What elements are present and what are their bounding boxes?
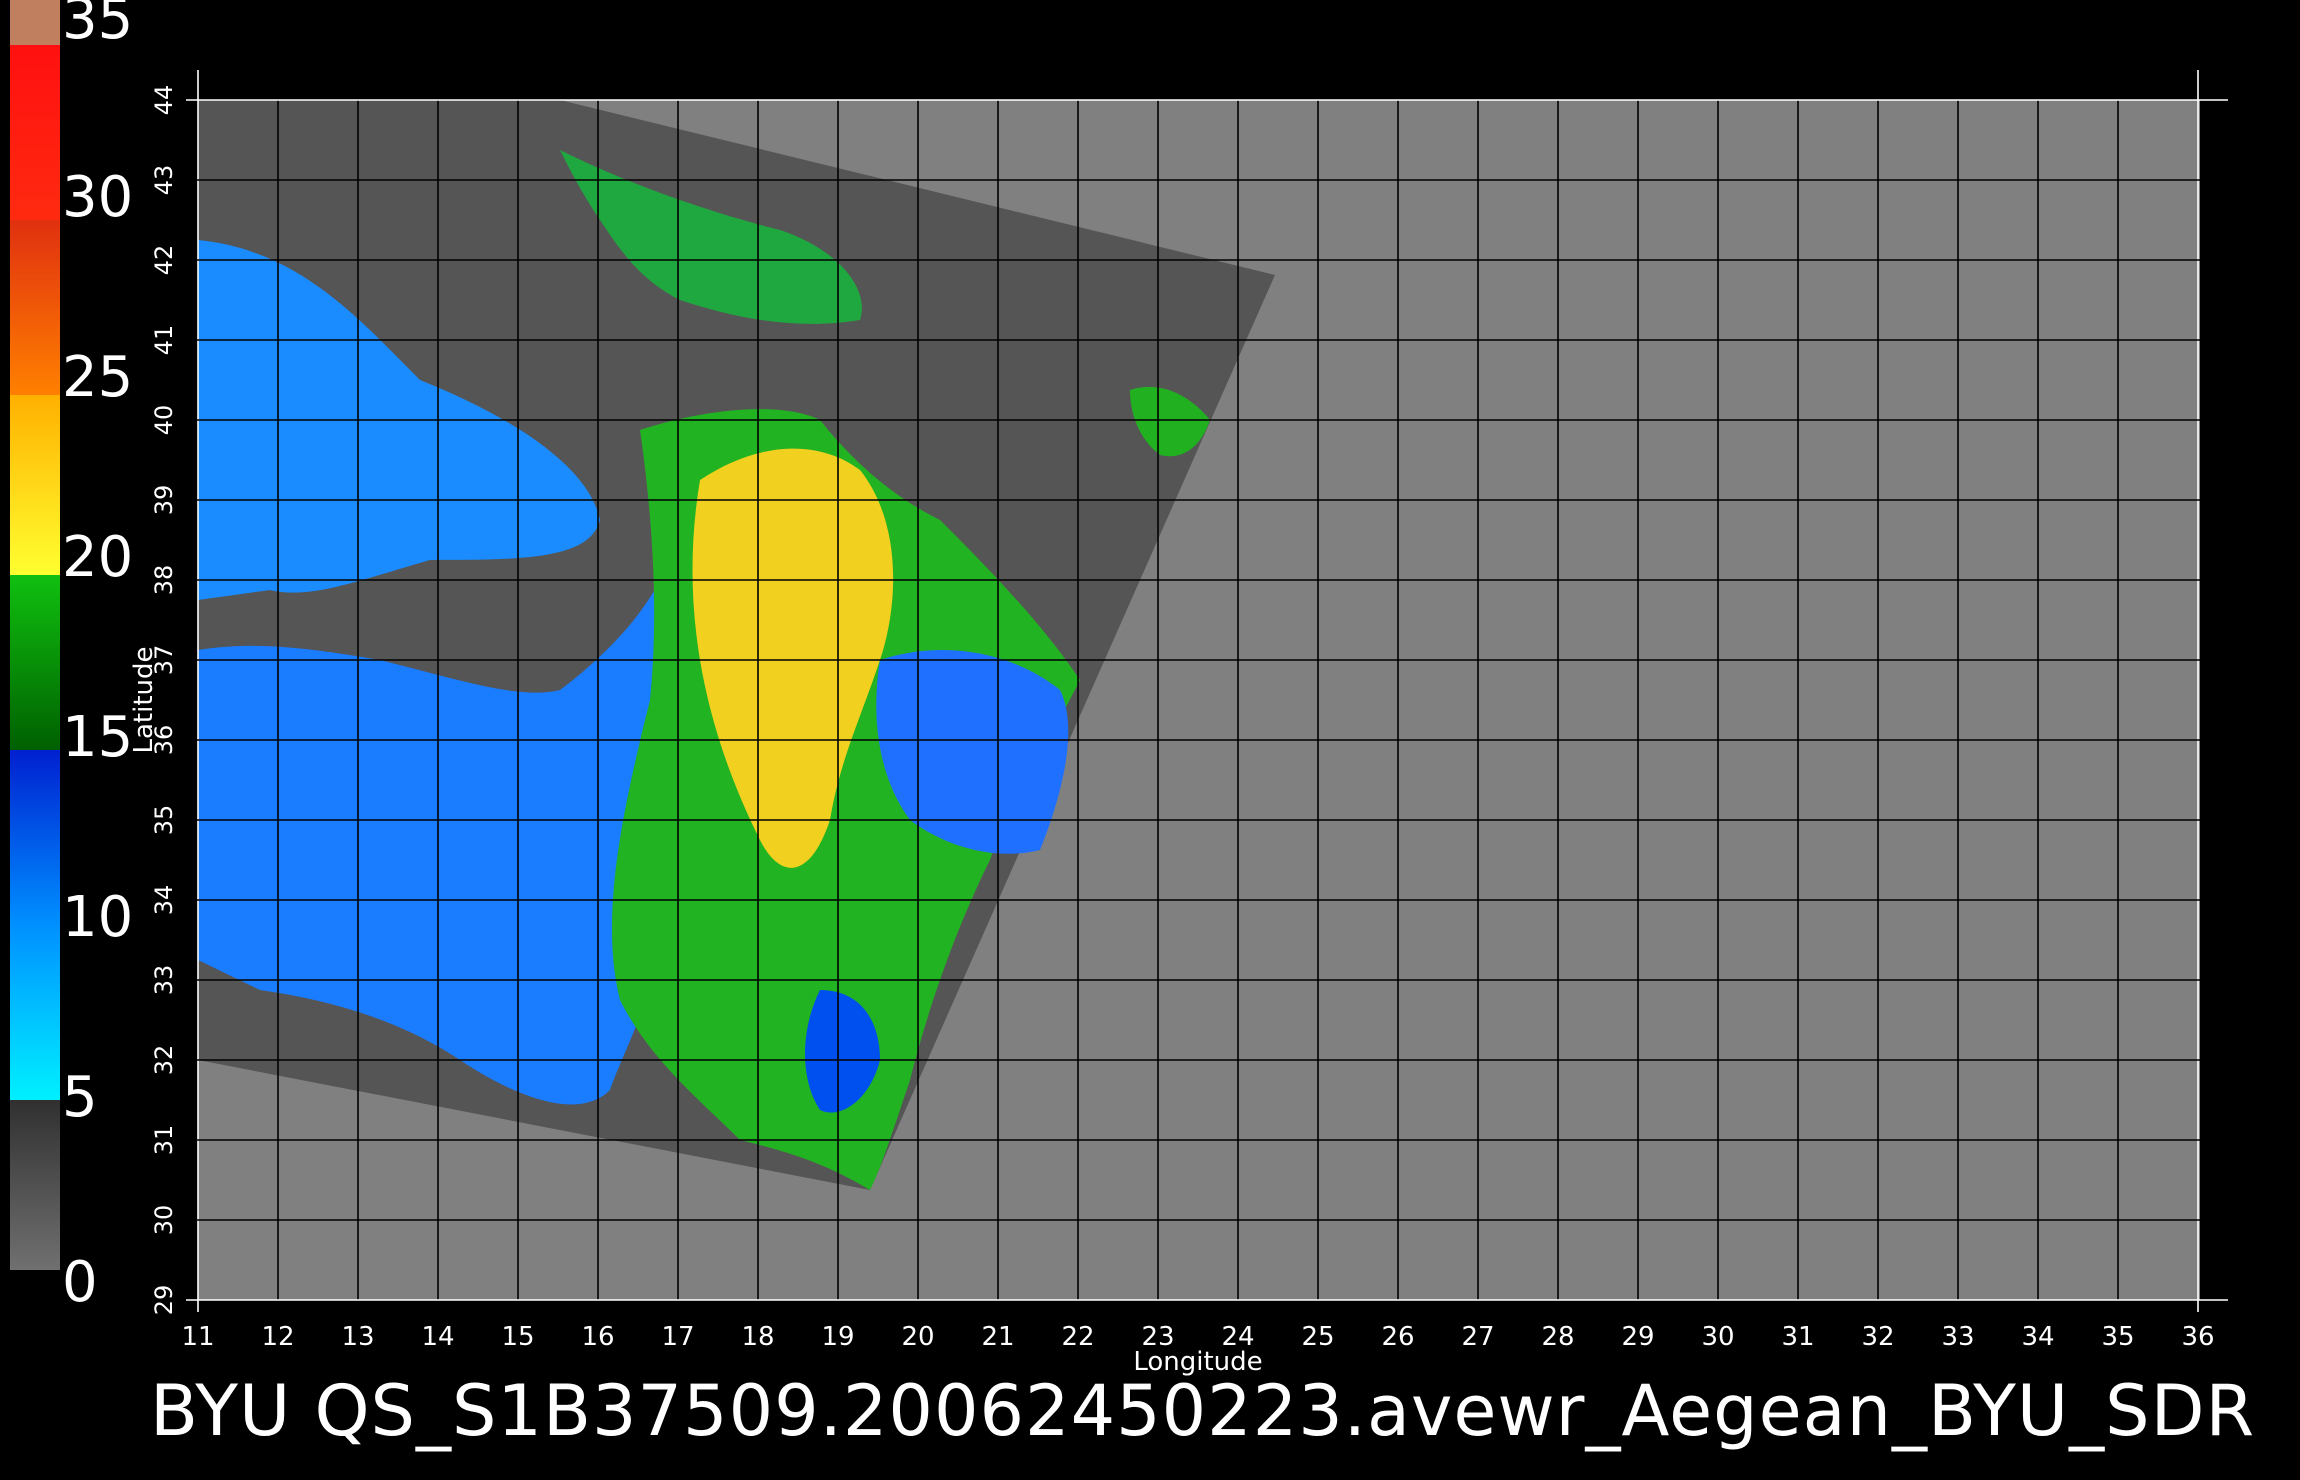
- lon-tick-label: 13: [341, 1322, 374, 1352]
- lat-tick-label: 33: [150, 965, 178, 996]
- y-axis-label: Latitude: [129, 646, 159, 753]
- lat-tick-label: 40: [150, 405, 178, 436]
- lat-tick-label: 42: [150, 245, 178, 276]
- lon-tick-label: 11: [181, 1322, 214, 1352]
- map-plot: 11 12 13 14 15 16 17 18 19 20 21 22 23 24 25 26 27 28 29 30…: [129, 70, 2228, 1377]
- lon-tick-label: 16: [581, 1322, 614, 1352]
- lon-tick-label: 26: [1381, 1322, 1414, 1352]
- lon-tick-label: 19: [821, 1322, 854, 1352]
- lat-tick-label: 39: [150, 485, 178, 516]
- lat-tick-label: 32: [150, 1045, 178, 1076]
- lon-tick-label: 33: [1941, 1322, 1974, 1352]
- lon-tick-label: 14: [421, 1322, 454, 1352]
- lon-tick-label: 34: [2021, 1322, 2054, 1352]
- lat-tick-label: 29: [150, 1285, 178, 1316]
- lon-tick-label: 29: [1621, 1322, 1654, 1352]
- lon-tick-label: 21: [981, 1322, 1014, 1352]
- lon-tick-label: 32: [1861, 1322, 1894, 1352]
- lon-tick-label: 20: [901, 1322, 934, 1352]
- lon-tick-label: 30: [1701, 1322, 1734, 1352]
- lon-tick-label: 25: [1301, 1322, 1334, 1352]
- lon-tick-label: 31: [1781, 1322, 1814, 1352]
- lat-tick-label: 31: [150, 1125, 178, 1156]
- lat-tick-label: 30: [150, 1205, 178, 1236]
- lat-tick-label: 43: [150, 165, 178, 196]
- lon-tick-label: 12: [261, 1322, 294, 1352]
- lon-tick-label: 27: [1461, 1322, 1494, 1352]
- lon-tick-label: 36: [2181, 1322, 2214, 1352]
- lat-tick-label: 38: [150, 565, 178, 596]
- lat-tick-label: 35: [150, 805, 178, 836]
- lon-tick-label: 15: [501, 1322, 534, 1352]
- lon-tick-label: 17: [661, 1322, 694, 1352]
- wind-map-figure: 35 30 25 20 15 10 5 0 11 12 13 14 15 16 17 18 19…: [0, 0, 2300, 1480]
- lat-tick-label: 44: [150, 85, 178, 116]
- lat-tick-label: 41: [150, 325, 178, 356]
- lon-tick-label: 35: [2101, 1322, 2134, 1352]
- figure-caption: BYU QS_S1B37509.20062450223.avewr_Aegean…: [150, 1370, 2256, 1452]
- lon-tick-label: 28: [1541, 1322, 1574, 1352]
- lat-tick-label: 34: [150, 885, 178, 916]
- lon-tick-label: 18: [741, 1322, 774, 1352]
- lon-tick-label: 22: [1061, 1322, 1094, 1352]
